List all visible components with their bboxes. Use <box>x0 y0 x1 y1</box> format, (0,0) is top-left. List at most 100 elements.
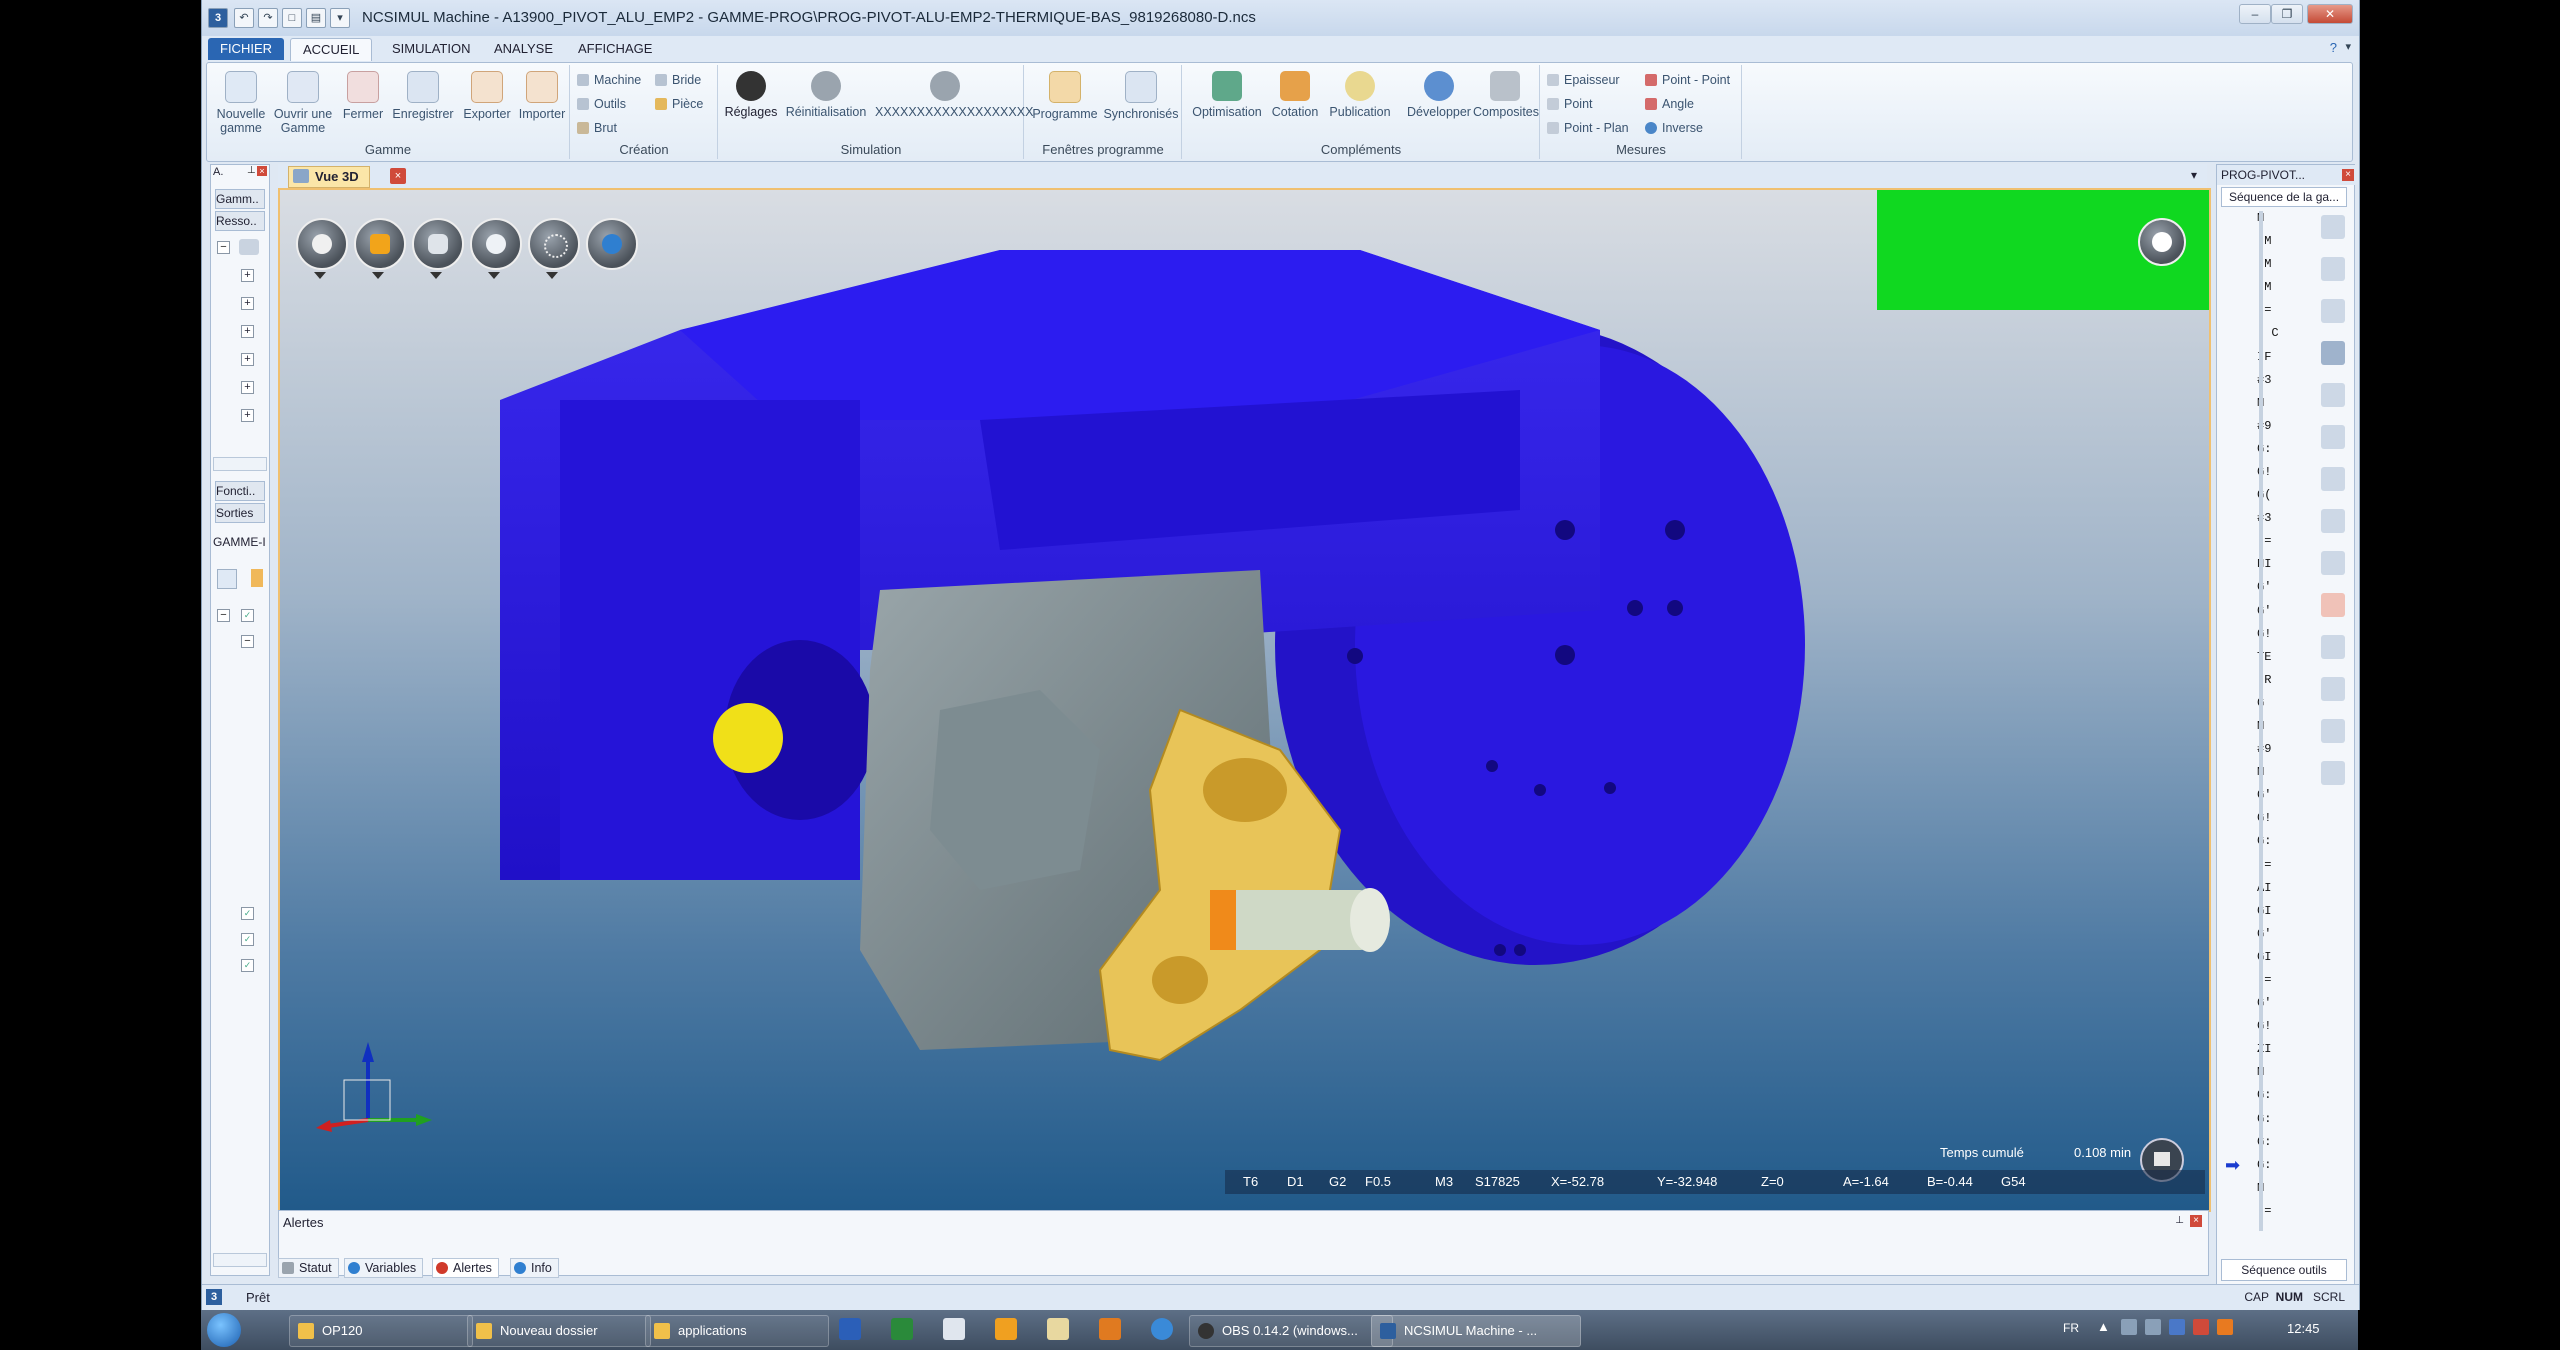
inverse-button[interactable]: Inverse <box>1645 121 1703 135</box>
gamme-collapse-1[interactable]: − <box>217 609 230 622</box>
new-gamme-button[interactable]: Nouvelle gamme <box>215 71 267 135</box>
go-end-icon[interactable] <box>2321 467 2345 491</box>
alerts-close-icon[interactable]: × <box>2190 1215 2202 1227</box>
display-solid-button[interactable] <box>354 218 406 270</box>
save-code-icon[interactable] <box>2321 719 2345 743</box>
angle-button[interactable]: Angle <box>1645 97 1694 111</box>
display-solid-dropdown[interactable] <box>372 272 384 279</box>
export-button[interactable]: Exporter <box>459 71 515 121</box>
tree-expand-6[interactable]: + <box>241 409 254 422</box>
taskbar-item-applications[interactable]: applications <box>645 1315 829 1347</box>
right-panel-close-icon[interactable]: × <box>2342 169 2354 181</box>
tab-sequence-gamme[interactable]: Séquence de la ga... <box>2221 187 2347 207</box>
ribbon-options-icon[interactable]: ▾ <box>2345 40 2351 53</box>
composites-button[interactable]: Composites <box>1473 71 1539 119</box>
gamme-check-4[interactable]: ✓ <box>241 959 254 972</box>
excel-icon[interactable] <box>891 1318 913 1340</box>
close-panel-icon[interactable]: × <box>257 166 267 176</box>
zoom-dropdown[interactable] <box>488 272 500 279</box>
maximize-button[interactable]: ❐ <box>2271 4 2303 24</box>
gamme-check-1[interactable]: ✓ <box>241 609 254 622</box>
point-button[interactable]: Point <box>1547 97 1593 111</box>
nc-code-list[interactable]: M(M(M(M(=( CIF#3M#9G:G!G(#3(=NIG'G'G!TE(… <box>2217 211 2317 1231</box>
tab-vue-3d[interactable]: Vue 3D <box>288 166 370 188</box>
rotate-dropdown[interactable] <box>546 272 558 279</box>
open-gamme-button[interactable]: Ouvrir une Gamme <box>273 71 333 135</box>
tree-expand-5[interactable]: + <box>241 381 254 394</box>
sync-cursor-icon[interactable] <box>2321 341 2345 365</box>
app-tray-icon[interactable] <box>2217 1319 2233 1335</box>
start-button[interactable] <box>207 1313 241 1347</box>
close-view-tab-icon[interactable]: × <box>390 168 406 184</box>
taskbar-item-nouveau-dossier[interactable]: Nouveau dossier <box>467 1315 651 1347</box>
play-button[interactable]: XXXXXXXXXXXXXXXXXXX <box>875 71 1033 119</box>
left-hscrollbar-2[interactable] <box>213 1253 267 1267</box>
find-icon[interactable] <box>2321 551 2345 575</box>
camera-settings-button[interactable] <box>2138 218 2186 266</box>
tree-collapse-toggle[interactable]: − <box>217 241 230 254</box>
settings-icon[interactable] <box>2321 761 2345 785</box>
orbit-button[interactable] <box>586 218 638 270</box>
alerts-pin-icon[interactable]: ⊥ <box>2175 1215 2184 1226</box>
section-button[interactable] <box>412 218 464 270</box>
cotation-button[interactable]: Cotation <box>1267 71 1323 119</box>
zoom-button[interactable] <box>470 218 522 270</box>
view-mode-dropdown[interactable] <box>314 272 326 279</box>
rotate-button[interactable] <box>528 218 580 270</box>
reglages-button[interactable]: Réglages <box>723 71 779 119</box>
reinitialisation-button[interactable]: Réinitialisation <box>781 71 871 119</box>
tab-affichage[interactable]: AFFICHAGE <box>566 38 664 60</box>
breakpoint-icon[interactable] <box>2321 593 2345 617</box>
tree-expand-4[interactable]: + <box>241 353 254 366</box>
new-icon[interactable]: □ <box>282 8 302 28</box>
save-button[interactable]: Enregistrer <box>389 71 457 121</box>
explorer-icon[interactable] <box>943 1318 965 1340</box>
synchronises-button[interactable]: Synchronisés <box>1103 71 1179 121</box>
show-hidden-icons[interactable]: ▲ <box>2097 1319 2110 1334</box>
left-hscrollbar[interactable] <box>213 457 267 471</box>
optimisation-button[interactable]: Optimisation <box>1189 71 1265 119</box>
outlook-icon[interactable] <box>995 1318 1017 1340</box>
close-gamme-button[interactable]: Fermer <box>341 71 385 121</box>
activity-icon[interactable] <box>2193 1319 2209 1335</box>
tab-sorties[interactable]: Sorties <box>215 503 265 523</box>
piece-button[interactable]: Pièce <box>655 97 703 111</box>
search-code-icon[interactable] <box>2321 509 2345 533</box>
tree-expand-3[interactable]: + <box>241 325 254 338</box>
redo-icon[interactable]: ↷ <box>258 8 278 28</box>
taskbar-item-ncsimul[interactable]: NCSIMUL Machine - ... <box>1371 1315 1581 1347</box>
programme-button[interactable]: Programme <box>1031 71 1099 121</box>
section-dropdown[interactable] <box>430 272 442 279</box>
gamme-collapse-2[interactable]: − <box>241 635 254 648</box>
tab-sequence-outils[interactable]: Séquence outils <box>2221 1259 2347 1281</box>
customize-icon[interactable]: ▾ <box>330 8 350 28</box>
tab-gamme[interactable]: Gamm.. <box>215 189 265 209</box>
brut-button[interactable]: Brut <box>577 121 617 135</box>
tab-ressources[interactable]: Resso.. <box>215 211 265 231</box>
language-indicator[interactable]: FR <box>2063 1321 2079 1335</box>
publication-button[interactable]: Publication <box>1325 71 1395 119</box>
minimize-button[interactable]: – <box>2239 4 2271 24</box>
gamme-doc-icon[interactable] <box>217 569 237 589</box>
tab-fonctions[interactable]: Foncti.. <box>215 481 265 501</box>
edit-icon[interactable] <box>2321 635 2345 659</box>
import-button[interactable]: Importer <box>515 71 569 121</box>
security-icon[interactable] <box>2169 1319 2185 1335</box>
open-icon[interactable]: ▤ <box>306 8 326 28</box>
tab-info[interactable]: Info <box>510 1258 559 1278</box>
pin-icon[interactable]: ⊥ <box>247 166 256 176</box>
viewport-3d[interactable]: Temps cumulé 0.108 min T6 D1 G2 F0.5 M3 … <box>278 188 2211 1212</box>
media-icon[interactable] <box>1099 1318 1121 1340</box>
view-menu-chevron-icon[interactable]: ▾ <box>2191 168 2197 182</box>
bride-button[interactable]: Bride <box>655 73 701 87</box>
tab-simulation[interactable]: SIMULATION <box>380 38 483 60</box>
gamme-folder-icon[interactable] <box>251 569 263 587</box>
go-start-icon[interactable] <box>2321 215 2345 239</box>
clock[interactable]: 12:45 <box>2287 1321 2320 1336</box>
point-plan-button[interactable]: Point - Plan <box>1547 121 1629 135</box>
network-icon[interactable] <box>2121 1319 2137 1335</box>
point-point-button[interactable]: Point - Point <box>1645 73 1730 87</box>
view-mode-button[interactable] <box>296 218 348 270</box>
previous-block-icon[interactable] <box>2321 257 2345 281</box>
word-icon[interactable] <box>839 1318 861 1340</box>
